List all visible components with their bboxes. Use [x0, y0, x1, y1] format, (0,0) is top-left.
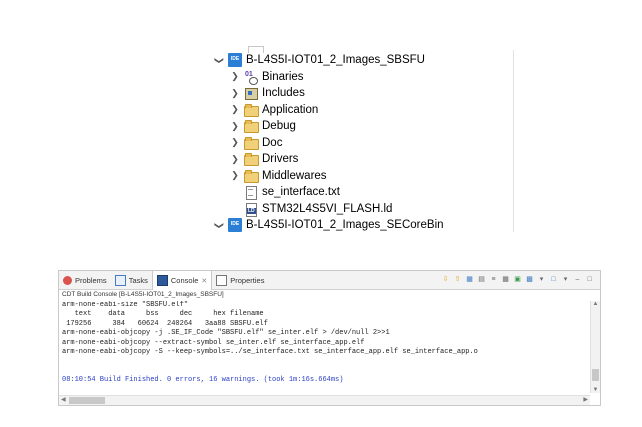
tree-item-label: Doc [262, 136, 283, 149]
chevron-right-icon[interactable]: ❯ [229, 104, 241, 115]
text-file-icon [244, 185, 258, 200]
scroll-up-icon[interactable]: ▲ [591, 301, 600, 307]
chevron-right-icon[interactable]: ❯ [229, 88, 241, 99]
console-output[interactable]: arm-none-eabi-size "SBSFU.elf" text data… [62, 301, 584, 394]
folder-icon [244, 136, 259, 150]
tree-item-label: STM32L4S5VI_FLASH.ld [262, 202, 393, 215]
includes-icon [244, 86, 258, 100]
tree-item-label: B-L4S5I-IOT01_2_Images_SBSFU [246, 54, 425, 66]
tab-console[interactable]: Console ✕ [151, 271, 213, 290]
tree-item-project-secorebin[interactable]: ❯ B-L4S5I-IOT01_2_Images_SECoreBin [213, 217, 444, 233]
new-console-icon[interactable]: □ [549, 275, 558, 284]
chevron-right-icon[interactable]: ❯ [229, 154, 241, 165]
tree-item-drivers[interactable]: ❯ Drivers [229, 151, 298, 167]
linker-file-icon [244, 202, 258, 217]
tasks-icon [114, 274, 126, 286]
panel-tab-bar: Problems Tasks Console ✕ Properties ⇩ ⇧ … [59, 271, 600, 290]
tree-divider [513, 50, 514, 232]
tab-label: Properties [230, 275, 265, 285]
chevron-right-icon[interactable]: ❯ [229, 170, 241, 181]
tree-item-application[interactable]: ❯ Application [229, 102, 318, 118]
scroll-down-icon[interactable]: ▼ [591, 387, 600, 393]
console-subtitle: CDT Build Console [B-L4S5I-IOT01_2_Image… [62, 291, 224, 298]
tab-tasks[interactable]: Tasks [111, 271, 152, 289]
console-line: text data bss dec hex filename [62, 310, 264, 319]
folder-icon [244, 169, 259, 183]
project-icon [228, 53, 242, 67]
tree-item-label: Debug [262, 120, 296, 132]
chevron-right-icon[interactable]: ❯ [229, 121, 241, 132]
console-toolbar: ⇩ ⇧ ▦ ▤ ≡ ▦ ▣ ▩ ▾ □ ▾ – □ [441, 275, 594, 284]
tab-label: Tasks [128, 275, 148, 285]
close-icon[interactable]: ✕ [201, 277, 207, 285]
vertical-scrollbar[interactable]: ▲ ▼ [590, 301, 600, 393]
chevron-down-icon[interactable]: ❯ [214, 219, 225, 231]
view-menu-icon[interactable]: ▾ [561, 275, 570, 284]
tab-problems[interactable]: Problems [59, 271, 111, 289]
word-wrap-icon[interactable]: ≡ [489, 275, 498, 284]
scroll-left-icon[interactable]: ◀ [61, 396, 66, 405]
console-line: arm-none-eabi-objcopy --extract-symbol s… [62, 338, 365, 347]
display-console-icon[interactable]: ▣ [513, 275, 522, 284]
tree-item-binaries[interactable]: ❯ Binaries [229, 69, 304, 85]
tree-item-project-sbsfu[interactable]: ❯ B-L4S5I-IOT01_2_Images_SBSFU [213, 52, 425, 68]
tree-item-debug[interactable]: ❯ Debug [229, 118, 296, 134]
problems-icon [63, 275, 72, 285]
project-icon [228, 218, 242, 232]
maximize-icon[interactable]: □ [585, 275, 594, 284]
tree-item-label: Includes [262, 87, 305, 99]
chevron-right-icon[interactable]: ❯ [229, 71, 241, 82]
console-line: arm-none-eabi-objcopy -S --keep-symbols=… [62, 348, 478, 357]
chevron-right-icon[interactable]: ❯ [229, 137, 241, 148]
folder-icon [244, 119, 259, 133]
binaries-icon [244, 70, 258, 85]
tree-item-label: se_interface.txt [262, 186, 340, 198]
tree-item-middlewares[interactable]: ❯ Middlewares [229, 168, 327, 184]
tree-item-label: Application [262, 103, 319, 116]
arrow-down-icon[interactable]: ⇩ [441, 275, 450, 284]
tree-item-linker-script[interactable]: STM32L4S5VI_FLASH.ld [244, 201, 392, 217]
tree-item-includes[interactable]: ❯ Includes [229, 85, 305, 101]
console-panel: Problems Tasks Console ✕ Properties ⇩ ⇧ … [58, 270, 601, 406]
minimize-icon[interactable]: – [573, 275, 582, 284]
tab-properties[interactable]: Properties [212, 271, 268, 289]
horizontal-scroll-thumb[interactable] [69, 397, 105, 404]
horizontal-scrollbar[interactable]: ◀ ▶ [59, 395, 590, 405]
folder-icon [244, 103, 259, 117]
project-explorer-tree: ❯ B-L4S5I-IOT01_2_Images_SBSFU ❯ Binarie… [205, 44, 515, 234]
tree-item-label: Drivers [262, 153, 299, 165]
console-line: arm-none-eabi-size "SBSFU.elf" [62, 301, 189, 309]
scroll-lock-icon[interactable]: ▤ [477, 275, 486, 284]
clear-console-icon[interactable]: ▦ [465, 275, 474, 284]
console-line: 179256 384 60624 240264 3aa88 SBSFU.elf [62, 319, 268, 328]
tree-item-se-interface[interactable]: se_interface.txt [244, 184, 340, 200]
open-console-icon[interactable]: ▩ [525, 275, 534, 284]
tree-item-label: Middlewares [262, 169, 327, 182]
console-icon [156, 275, 168, 286]
tree-item-label: Binaries [262, 70, 304, 83]
folder-icon [244, 152, 259, 166]
vertical-scroll-thumb[interactable] [592, 369, 599, 381]
scroll-right-icon[interactable]: ▶ [583, 396, 588, 405]
tree-item-doc[interactable]: ❯ Doc [229, 135, 282, 151]
arrow-up-icon[interactable]: ⇧ [453, 275, 462, 284]
tab-label: Problems [75, 275, 107, 285]
console-line: arm-none-eabi-objcopy -j .SE_IF_Code "SB… [62, 329, 390, 338]
pin-console-icon[interactable]: ▦ [501, 275, 510, 284]
build-finished-line: 08:10:54 Build Finished. 0 errors, 16 wa… [62, 376, 344, 385]
chevron-down-icon[interactable]: ❯ [214, 54, 225, 66]
tree-item-label: B-L4S5I-IOT01_2_Images_SECoreBin [246, 219, 444, 231]
tab-label: Console [170, 276, 199, 285]
properties-icon [216, 274, 228, 286]
chevron-down-icon[interactable]: ▾ [537, 275, 546, 284]
